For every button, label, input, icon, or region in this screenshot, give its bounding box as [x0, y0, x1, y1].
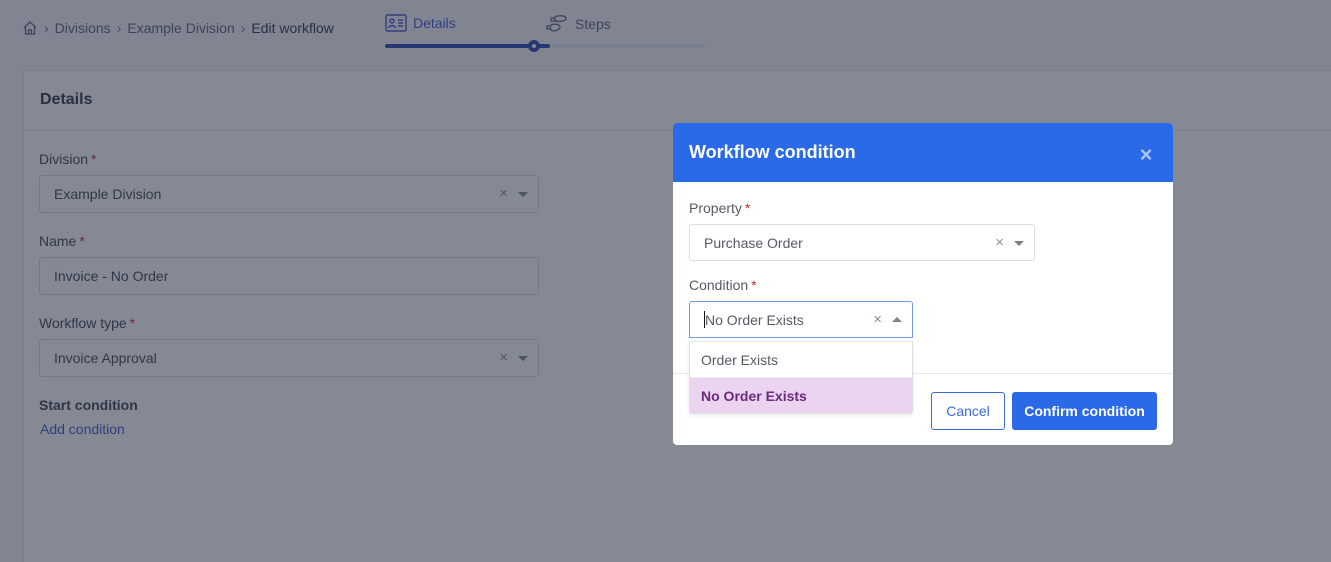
condition-field: Condition * No Order Exists × [689, 277, 1157, 338]
modal-title: Workflow condition [689, 142, 856, 162]
condition-value: No Order Exists [705, 311, 804, 328]
confirm-condition-button[interactable]: Confirm condition [1012, 392, 1157, 430]
required-marker: * [744, 200, 751, 216]
clear-icon[interactable]: × [873, 311, 882, 328]
property-value: Purchase Order [704, 234, 803, 251]
required-marker: * [751, 277, 757, 293]
clear-icon[interactable]: × [995, 234, 1004, 251]
modal-header: Workflow condition × [673, 123, 1173, 182]
condition-label: Condition * [689, 277, 757, 293]
property-select[interactable]: Purchase Order × [689, 224, 1035, 261]
caret-up-icon[interactable] [892, 317, 902, 322]
option-no-order-exists[interactable]: No Order Exists [690, 377, 912, 413]
condition-dropdown: Order Exists No Order Exists [689, 341, 913, 414]
close-icon[interactable]: × [1135, 143, 1157, 166]
workflow-condition-modal: Workflow condition × Property * Purchase … [673, 123, 1173, 445]
condition-select[interactable]: No Order Exists × [689, 301, 913, 338]
option-order-exists[interactable]: Order Exists [690, 341, 912, 377]
caret-down-icon[interactable] [1014, 241, 1024, 246]
property-label: Property * [689, 200, 751, 216]
property-field: Property * Purchase Order × [689, 200, 1157, 261]
cancel-button[interactable]: Cancel [931, 392, 1005, 430]
